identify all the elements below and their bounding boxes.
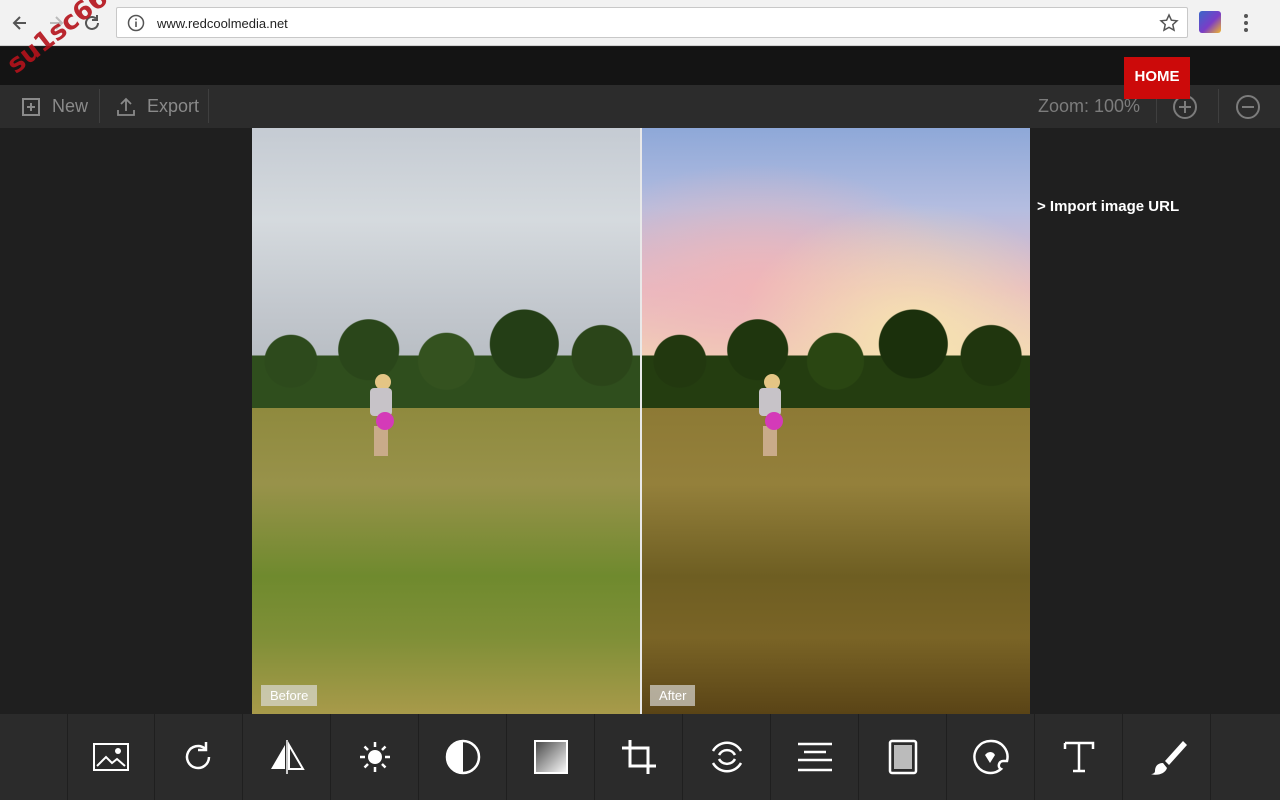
- treeline: [641, 298, 1030, 413]
- new-label: New: [52, 96, 89, 116]
- flip-icon: [270, 740, 305, 774]
- tool-align[interactable]: [771, 714, 859, 800]
- browser-menu-icon[interactable]: [1238, 12, 1254, 34]
- text-icon: [1063, 741, 1094, 773]
- tool-text[interactable]: [1035, 714, 1123, 800]
- tool-flip[interactable]: [243, 714, 331, 800]
- tools-bar: [0, 714, 1280, 800]
- treeline: [252, 298, 641, 413]
- tool-rotate[interactable]: [155, 714, 243, 800]
- sticker-icon: [972, 739, 1009, 775]
- url-text[interactable]: www.redcoolmedia.net: [157, 16, 288, 31]
- before-photo[interactable]: Before: [252, 128, 641, 714]
- tool-sticker[interactable]: [947, 714, 1035, 800]
- extension-icon[interactable]: [1199, 11, 1221, 33]
- after-photo[interactable]: After: [641, 128, 1030, 714]
- tool-gradient[interactable]: [507, 714, 595, 800]
- compare-slider-handle[interactable]: [640, 128, 642, 714]
- export-label: Export: [147, 96, 200, 116]
- crop-icon: [621, 740, 656, 774]
- address-bar[interactable]: www.redcoolmedia.net: [116, 7, 1188, 38]
- tool-brush[interactable]: [1123, 714, 1211, 800]
- bookmark-star-icon[interactable]: [1159, 13, 1179, 33]
- focus-icon: [711, 741, 742, 773]
- tool-frame[interactable]: [859, 714, 947, 800]
- info-icon[interactable]: [127, 14, 145, 32]
- back-arrow-icon: [12, 16, 26, 30]
- tool-contrast[interactable]: [419, 714, 507, 800]
- before-label: Before: [261, 685, 318, 706]
- image-icon: [93, 743, 129, 771]
- child-figure: [755, 374, 785, 460]
- export-icon: [117, 97, 135, 116]
- frame-icon: [888, 739, 917, 775]
- rotate-icon: [185, 742, 210, 770]
- back-button[interactable]: [8, 11, 32, 35]
- brush-icon: [1150, 741, 1187, 775]
- new-file-icon: [22, 97, 40, 116]
- brightness-icon: [359, 742, 390, 772]
- tool-image[interactable]: [67, 714, 155, 800]
- tool-focus[interactable]: [683, 714, 771, 800]
- gradient-icon: [533, 740, 568, 774]
- browser-toolbar: www.redcoolmedia.net: [0, 0, 1280, 46]
- app-header-strip: [0, 47, 1280, 85]
- grass-field: [252, 408, 641, 714]
- contrast-icon: [445, 739, 480, 775]
- toolbar-divider: [1218, 89, 1219, 123]
- grass-field: [641, 408, 1030, 714]
- toolbar-divider: [99, 89, 100, 123]
- home-button[interactable]: HOME: [1124, 57, 1190, 99]
- app-toolbar: New Export Zoom: 100%: [0, 85, 1280, 128]
- toolbar-divider: [208, 89, 209, 123]
- tool-brightness[interactable]: [331, 714, 419, 800]
- tool-crop[interactable]: [595, 714, 683, 800]
- align-icon: [797, 742, 832, 772]
- new-button[interactable]: New: [20, 85, 88, 128]
- zoom-out-icon[interactable]: [1235, 94, 1261, 120]
- after-label: After: [650, 685, 696, 706]
- export-button[interactable]: Export: [115, 85, 199, 128]
- child-figure: [366, 374, 396, 460]
- import-image-url-link[interactable]: > Import image URL: [1037, 198, 1179, 215]
